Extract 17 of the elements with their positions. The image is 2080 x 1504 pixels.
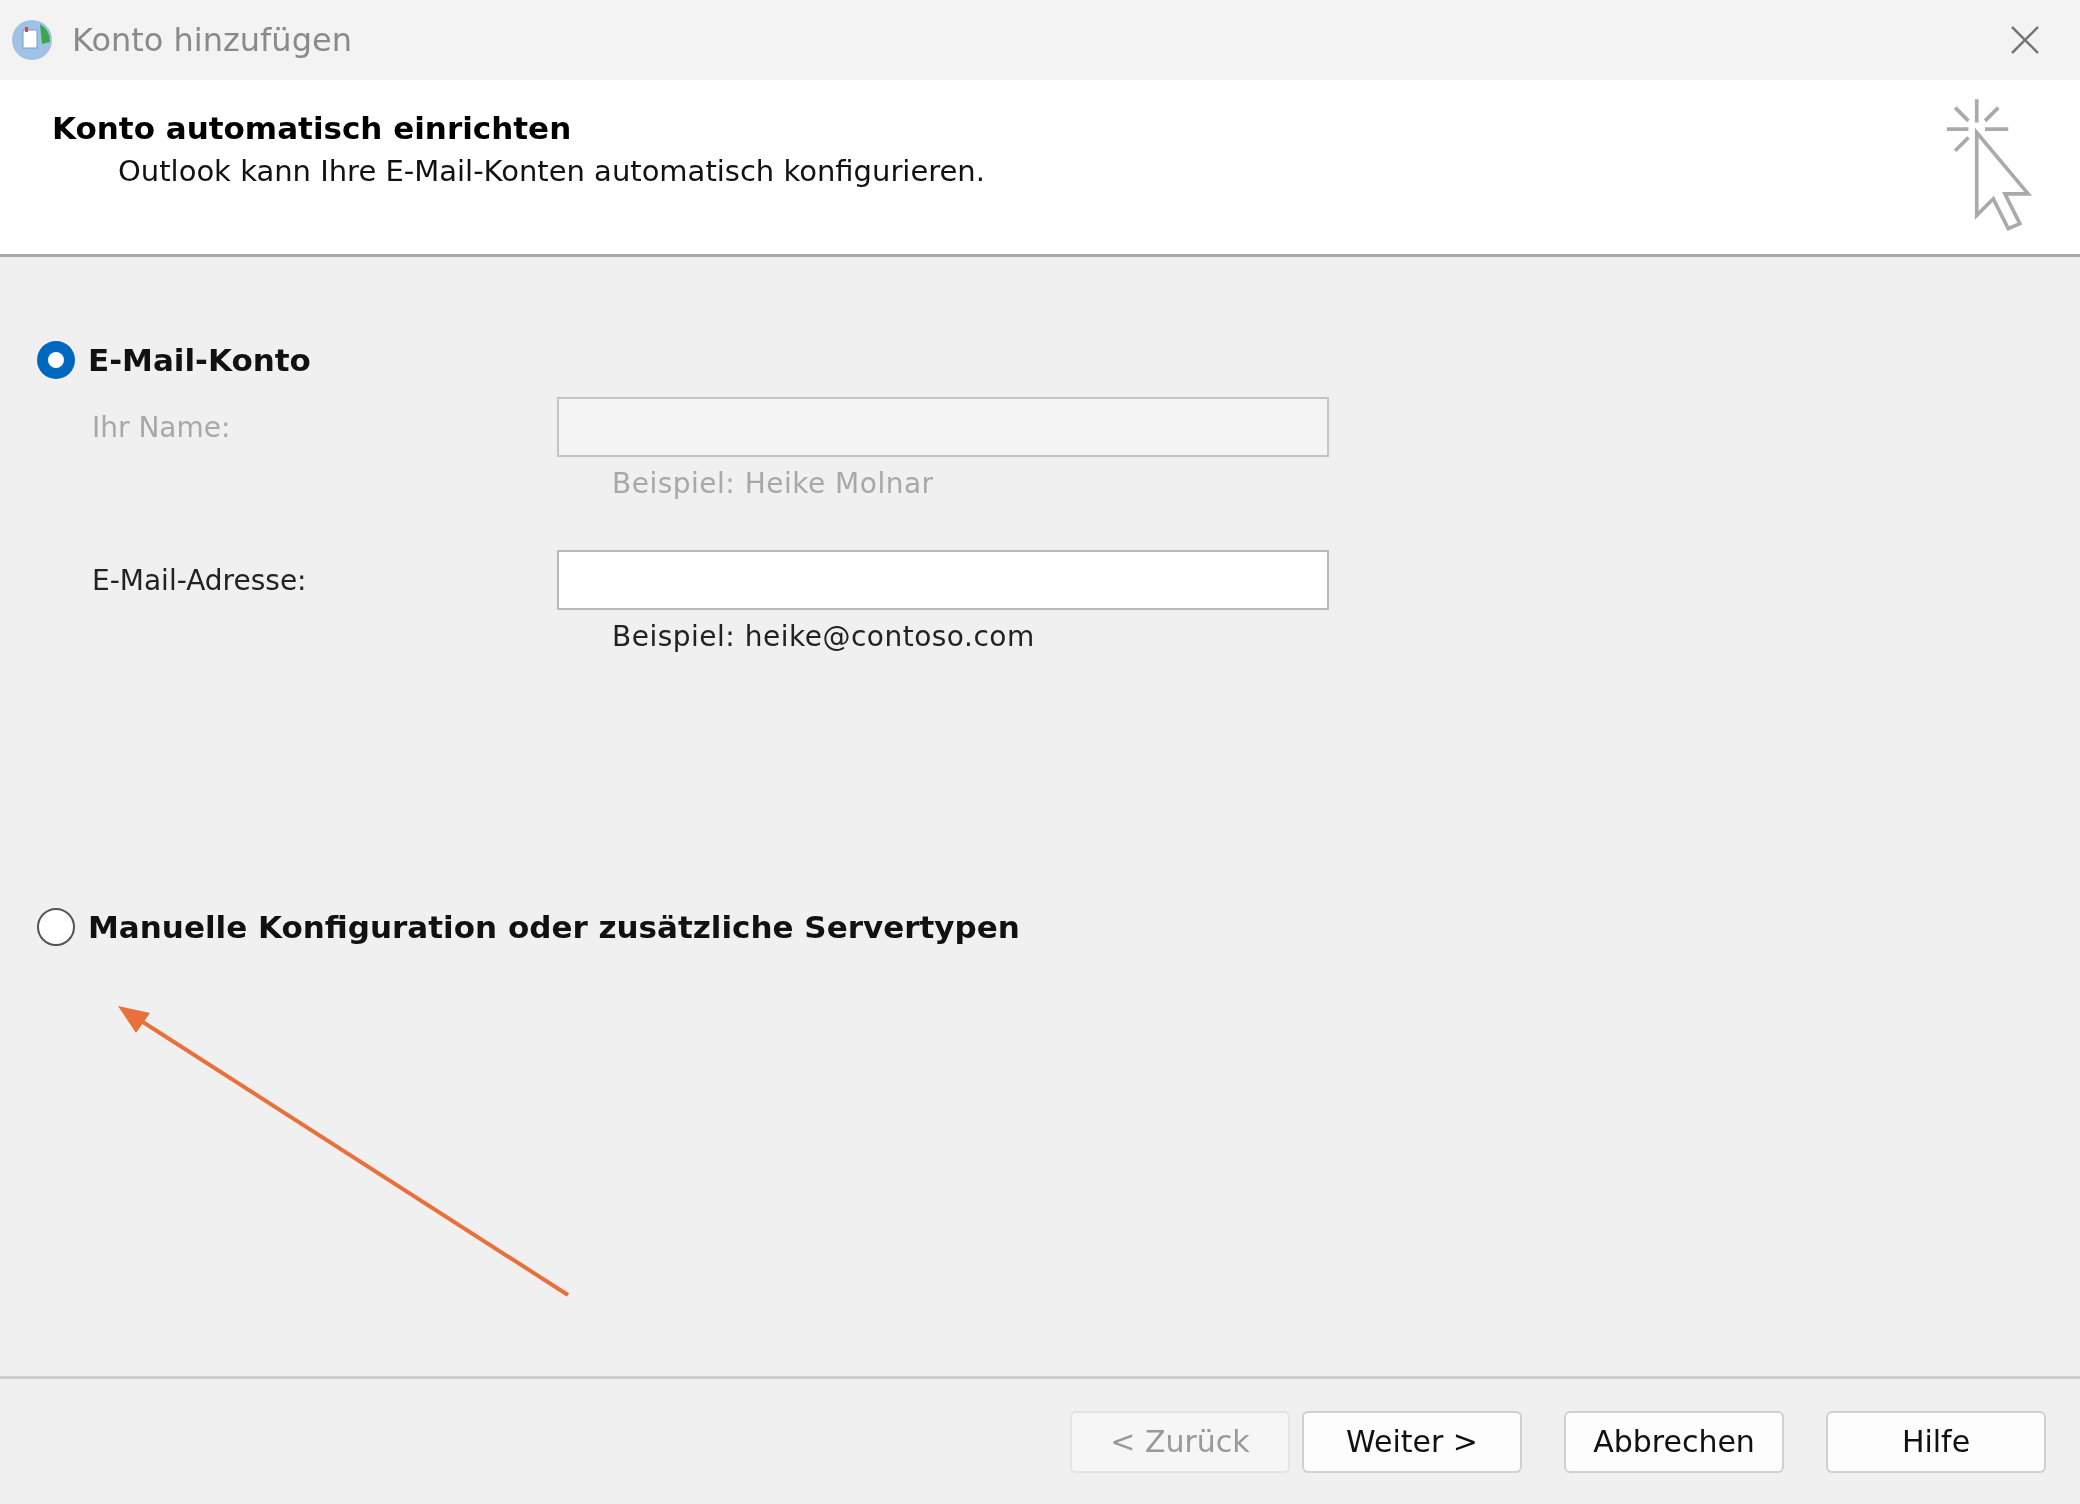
- window-title: Konto hinzufügen: [72, 21, 353, 59]
- radio-label[interactable]: Manuelle Konfiguration oder zusätzliche Servertypen: [88, 909, 1020, 945]
- field-label: E-Mail-Adresse:: [92, 563, 308, 597]
- radio-button[interactable]: [37, 341, 75, 379]
- radio-button[interactable]: [37, 908, 75, 946]
- example-hint: Beispiel: Heike Molnar: [611, 467, 935, 500]
- dialog-button[interactable]: Weiter >: [1302, 1410, 1522, 1473]
- close-icon[interactable]: [2010, 25, 2040, 55]
- field-label: Ihr Name:: [92, 410, 232, 444]
- globe-icon: [10, 18, 54, 62]
- dialog-button[interactable]: Hilfe: [1826, 1410, 2046, 1473]
- page-heading: Konto automatisch einrichten: [52, 110, 573, 146]
- page-description: Outlook kann Ihre E-Mail-Konten automatisch konfigurieren.: [117, 154, 986, 188]
- radio-label[interactable]: E-Mail-Konto: [88, 342, 311, 378]
- input-field[interactable]: [557, 550, 1329, 610]
- example-hint: Beispiel: heike@contoso.com: [611, 620, 1036, 653]
- dialog-button[interactable]: Abbrechen: [1564, 1410, 1784, 1473]
